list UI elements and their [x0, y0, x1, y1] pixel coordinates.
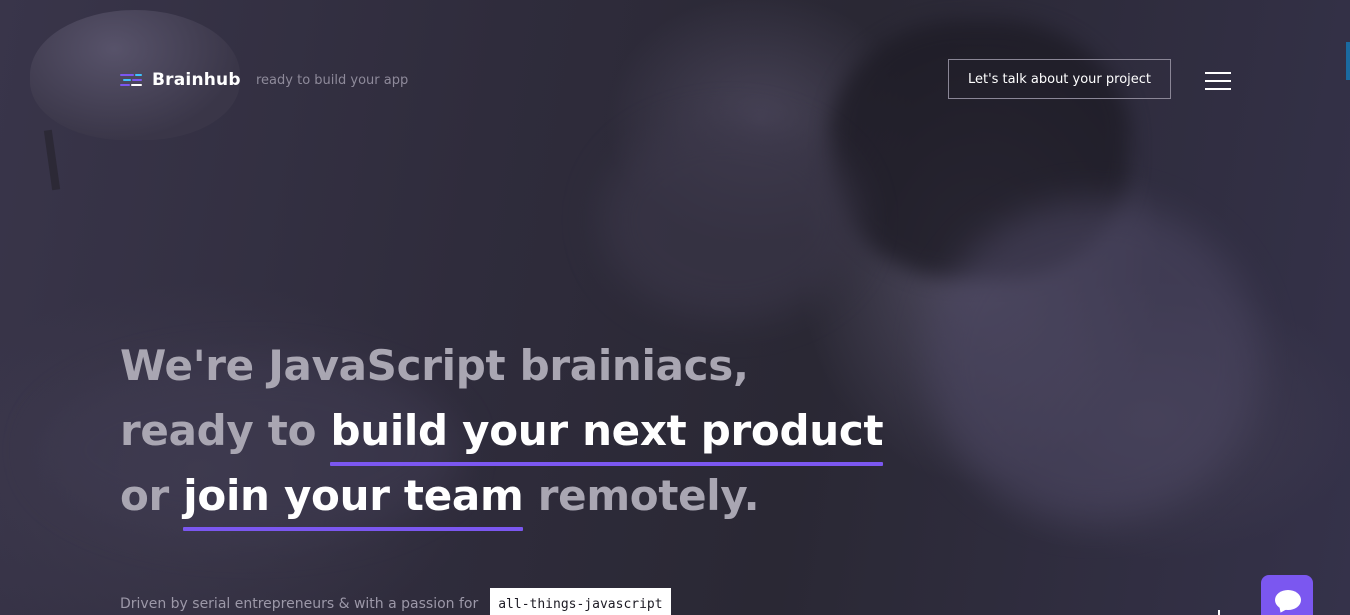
- scroll-indicator[interactable]: [1218, 610, 1220, 615]
- chat-widget-button[interactable]: [1261, 575, 1313, 615]
- hero-line-3-suffix: remotely.: [523, 471, 760, 520]
- subline-text: Driven by serial entrepreneurs & with a …: [120, 596, 479, 612]
- background-blur-shape: [600, 120, 860, 320]
- lamp-arm: [43, 129, 61, 191]
- brand-tagline: ready to build your app: [256, 73, 409, 88]
- join-team-link[interactable]: join your team: [183, 463, 524, 531]
- background-blur-shape: [930, 200, 1260, 520]
- hamburger-menu-icon[interactable]: [1205, 71, 1231, 91]
- brand-logo[interactable]: Brainhub: [120, 70, 241, 90]
- hero-line-3: or join your team remotely.: [120, 463, 883, 531]
- hero-line-1: We're JavaScript brainiacs,: [120, 341, 749, 390]
- edge-side-tab[interactable]: [1346, 42, 1350, 80]
- hero-line-2: ready to build your next product: [120, 398, 884, 466]
- hero-line-3-prefix: or: [120, 471, 184, 520]
- build-product-link[interactable]: build your next product: [330, 398, 884, 466]
- brand-name: Brainhub: [152, 70, 241, 90]
- all-things-javascript-badge: all-things-javascript: [490, 588, 671, 615]
- brainhub-logo-icon: [120, 72, 142, 88]
- hero-subline: Driven by serial entrepreneurs & with a …: [120, 588, 671, 615]
- talk-about-project-button[interactable]: Let's talk about your project: [948, 59, 1171, 99]
- hero-line-2-prefix: ready to: [120, 406, 331, 455]
- hero-heading: We're JavaScript brainiacs, ready to bui…: [120, 333, 884, 531]
